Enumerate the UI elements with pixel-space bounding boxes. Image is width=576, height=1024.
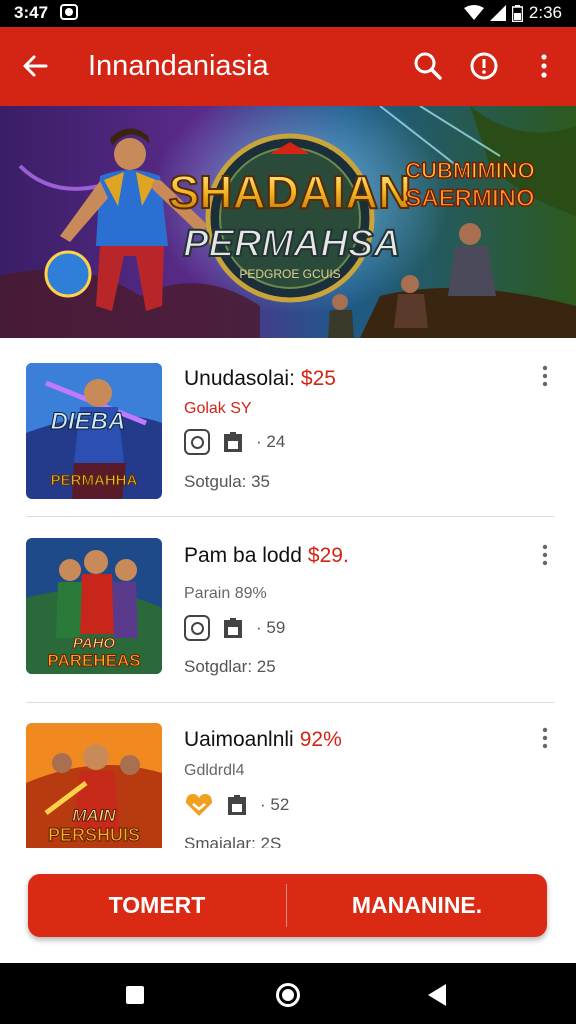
heart-badge-icon (186, 794, 212, 816)
bookmark-icon (224, 618, 242, 638)
item-footer: Sotgula: 35 (184, 472, 271, 491)
item-subtitle: Golak SY (184, 400, 252, 417)
battery-icon (511, 4, 523, 22)
item-meta-icons: · 59 (184, 615, 285, 641)
item-title-row: Pam ba lodd $29. (184, 544, 349, 568)
item-thumbnail: DIEBA PERMAHHA (26, 363, 162, 499)
item-count-row: · 52 (260, 795, 290, 814)
item-title: Pam ba lodd (184, 544, 302, 567)
thumb-text-2: PERSHUIS (48, 825, 140, 845)
item-footer: Smaialar: 2S (184, 834, 282, 848)
right-action-button[interactable]: MANANINE. (287, 874, 547, 937)
list-item[interactable]: PAHO PAREHEAS Pam ba lodd $29. Parain 89%… (0, 518, 576, 698)
item-price: $29. (307, 544, 349, 567)
item-price: $25 (300, 367, 336, 390)
item-badge-icon (184, 429, 210, 455)
item-more-icon[interactable] (538, 365, 552, 387)
status-icons: 2:36 (463, 3, 562, 23)
status-time-right: 2:36 (528, 3, 562, 22)
item-thumbnail: PAHO PAREHEAS (26, 538, 162, 674)
hero-title-line2: PERMAHSA (183, 223, 400, 265)
item-count-row: · 24 (256, 432, 286, 451)
bottom-action-bar: TOMERT MANANINE. (28, 874, 547, 937)
bookmark-icon (224, 432, 242, 452)
list-item[interactable]: DIEBA PERMAHHA Unudasolai: $25 Golak SY ·… (0, 338, 576, 518)
item-thumbnail: MAIN PERSHUIS (26, 723, 162, 848)
status-time: 3:47 (14, 3, 49, 22)
home-icon[interactable] (276, 983, 300, 1007)
app-title: Innandaniasia (88, 50, 269, 82)
app-bar: Innandaniasia (0, 27, 576, 106)
item-meta-icons: · 24 (184, 429, 285, 455)
item-badge-icon (184, 615, 210, 641)
thumb-text-1: DIEBA (51, 408, 126, 435)
wifi-icon (463, 5, 484, 20)
hero-side-title-line1: CUBMIMINO (405, 158, 535, 183)
game-list: DIEBA PERMAHHA Unudasolai: $25 Golak SY ·… (0, 338, 576, 848)
system-nav-bar (0, 963, 576, 1024)
thumb-text-1: MAIN (72, 806, 116, 825)
list-item[interactable]: MAIN PERSHUIS Uaimoanlnli 92% Gdldrdl4 · … (0, 704, 576, 848)
item-count: 59 (266, 618, 286, 637)
item-footer: Sotgdlar: 25 (184, 657, 276, 676)
back-arrow-icon[interactable] (20, 51, 50, 81)
hero-side-title: CUBMIMINO SAERMINO (404, 157, 535, 213)
item-subtitle: Gdldrdl4 (184, 762, 245, 779)
signal-icon (489, 5, 506, 21)
status-bar: 3:47 2:36 (0, 0, 576, 27)
item-price: 92% (299, 728, 342, 751)
thumb-text-1: PAHO (73, 635, 116, 652)
thumb-text-2: PERMAHHA (51, 472, 138, 489)
item-title-row: Uaimoanlnli 92% (184, 728, 342, 752)
item-title: Uaimoanlnli (184, 728, 294, 751)
back-icon[interactable] (428, 984, 446, 1006)
item-title-row: Unudasolai: $25 (184, 367, 336, 391)
info-icon[interactable] (467, 49, 501, 83)
item-subtitle: Parain 89% (184, 585, 267, 602)
camera-notification-icon (60, 4, 78, 20)
list-divider (26, 702, 554, 703)
hero-badge-text: PEDGROE GCUIS (239, 267, 340, 281)
item-count: 52 (270, 795, 290, 814)
list-divider (26, 516, 554, 517)
more-options-icon[interactable] (527, 49, 561, 83)
item-meta-icons: · 52 (184, 792, 289, 818)
item-more-icon[interactable] (538, 544, 552, 566)
item-title: Unudasolai: (184, 367, 295, 390)
bookmark-icon (228, 795, 246, 815)
hero-title-line1: SHADAIAN (169, 166, 412, 218)
left-action-button[interactable]: TOMERT (28, 874, 286, 937)
hero-side-title-line2: SAERMINO (405, 185, 534, 212)
item-count: 24 (266, 432, 286, 451)
item-count-row: · 59 (256, 618, 286, 637)
search-icon[interactable] (411, 49, 445, 83)
thumb-text-2: PAREHEAS (47, 651, 140, 670)
hero-banner[interactable]: SHADAIAN PERMAHSA PEDGROE GCUIS CUBMIMIN… (0, 106, 576, 338)
item-more-icon[interactable] (538, 727, 552, 749)
recents-icon[interactable] (126, 986, 144, 1004)
